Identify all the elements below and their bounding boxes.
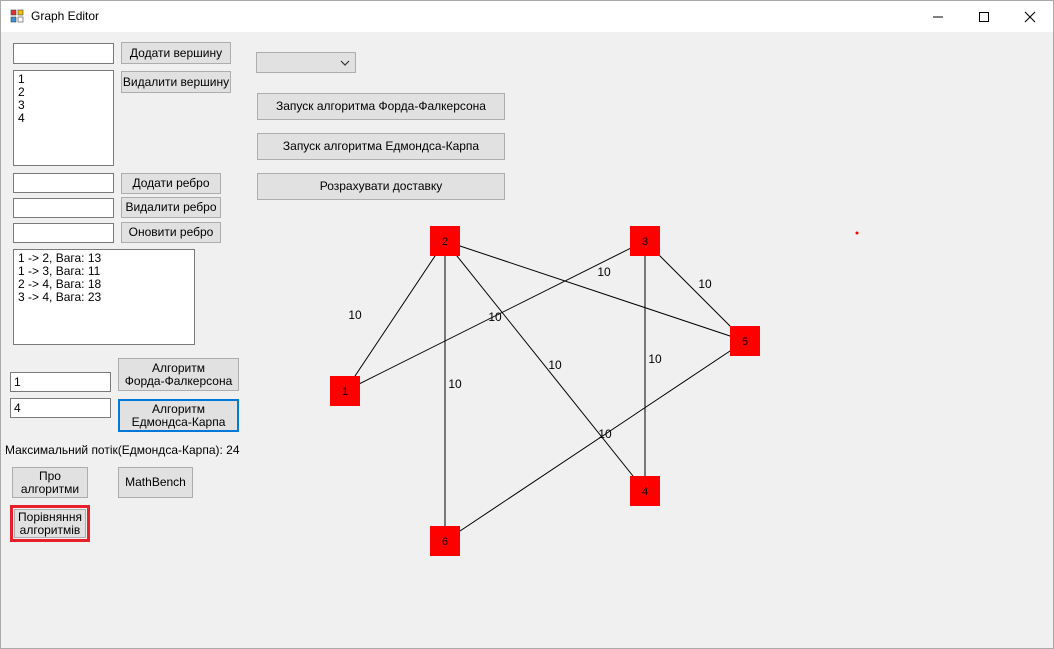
graph-node-6[interactable]: 6 [430, 526, 460, 556]
edge-weight-label: 10 [698, 277, 712, 291]
node-label: 2 [442, 236, 448, 248]
edge-weight-label: 10 [448, 377, 462, 391]
canvas-dot [855, 231, 859, 235]
edge-weight-label: 10 [648, 352, 662, 366]
edge-weight-label: 10 [348, 308, 362, 322]
node-label: 6 [442, 536, 448, 548]
graph-node-5[interactable]: 5 [730, 326, 760, 356]
node-label: 4 [642, 486, 648, 498]
graph-canvas[interactable]: 10 10 10 10 10 10 10 10 1 2 3 4 5 6 [1, 1, 1053, 648]
graph-node-2[interactable]: 2 [430, 226, 460, 256]
app-window: Graph Editor Додати вершину Видалити вер… [0, 0, 1054, 649]
graph-node-4[interactable]: 4 [630, 476, 660, 506]
graph-edge-5-6 [444, 340, 746, 542]
graph-edge-2-4 [444, 240, 646, 492]
graph-node-1[interactable]: 1 [330, 376, 360, 406]
edge-weight-label: 10 [488, 310, 502, 324]
edge-weight-label: 10 [548, 358, 562, 372]
node-label: 1 [342, 386, 348, 398]
node-label: 5 [742, 336, 748, 348]
node-label: 3 [642, 236, 648, 248]
graph-node-3[interactable]: 3 [630, 226, 660, 256]
edge-weight-label: 10 [597, 265, 611, 279]
edge-weight-label: 10 [598, 427, 612, 441]
